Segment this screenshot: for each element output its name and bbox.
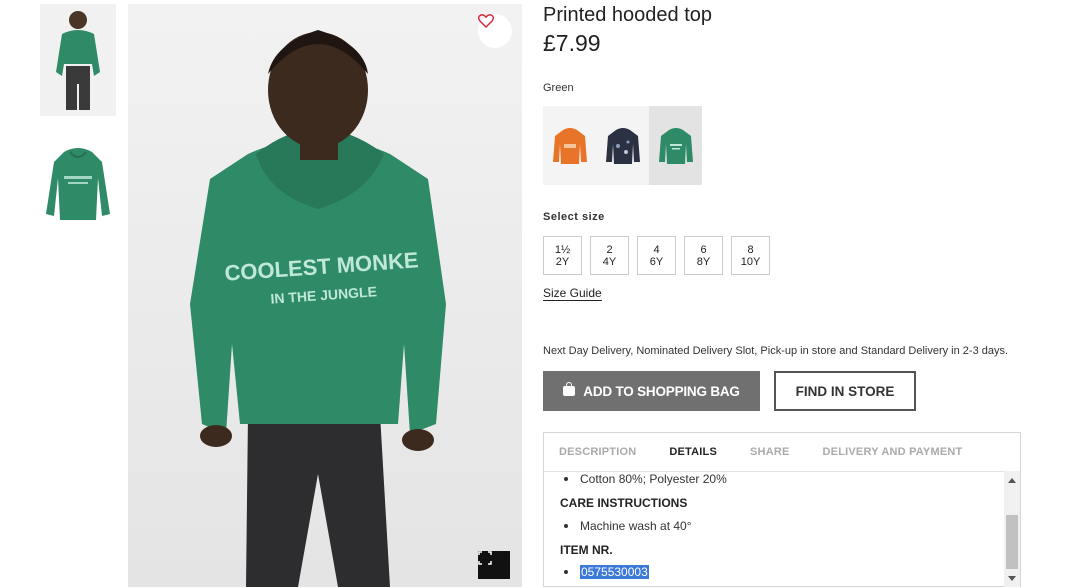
scrollbar-thumb[interactable] <box>1006 515 1018 569</box>
selected-color-label: Green <box>543 82 574 94</box>
product-details-panel: DESCRIPTION DETAILS SHARE DELIVERY AND P… <box>543 432 1021 587</box>
size-option-10y[interactable]: 8 10Y <box>731 236 770 275</box>
list-item: Machine wash at 40° <box>560 517 1004 535</box>
size-option-6y[interactable]: 4 6Y <box>637 236 676 275</box>
size-line1: 1½ <box>554 243 571 256</box>
care-instructions-heading: CARE INSTRUCTIONS <box>560 496 688 510</box>
details-scrollbar[interactable] <box>1004 471 1020 587</box>
size-line2: 6Y <box>649 255 664 268</box>
size-guide-link[interactable]: Size Guide <box>543 286 602 301</box>
item-number-heading: ITEM NR. <box>560 543 613 557</box>
product-title: Printed hooded top <box>543 4 713 26</box>
delivery-info: Next Day Delivery, Nominated Delivery Sl… <box>543 345 1009 357</box>
product-price: £7.99 <box>543 30 601 56</box>
thumbnail-hoodie[interactable] <box>40 144 116 256</box>
size-line1: 8 <box>747 243 754 256</box>
size-option-2y[interactable]: 1½ 2Y <box>543 236 582 275</box>
composition-text: Cotton 80%; Polyester 20% <box>580 472 727 486</box>
size-line1: 2 <box>606 243 613 256</box>
tab-bar: DESCRIPTION DETAILS SHARE DELIVERY AND P… <box>544 433 1020 472</box>
list-item: Cotton 80%; Polyester 20% <box>560 472 1004 488</box>
care-text: Machine wash at 40° <box>580 519 692 533</box>
size-line1: 6 <box>700 243 707 256</box>
details-content: Cotton 80%; Polyester 20% CARE INSTRUCTI… <box>544 472 1020 588</box>
add-to-bag-button[interactable]: ADD TO SHOPPING BAG <box>543 371 760 411</box>
tab-delivery-and-payment[interactable]: DELIVERY AND PAYMENT <box>808 446 981 458</box>
size-line1: 4 <box>653 243 660 256</box>
tab-share[interactable]: SHARE <box>735 446 808 458</box>
tab-details[interactable]: DETAILS <box>654 446 735 458</box>
scroll-down-arrow-icon[interactable] <box>1008 576 1016 581</box>
item-number-value: 0575530003 <box>580 565 649 579</box>
shopping-bag-icon <box>563 382 576 396</box>
size-options: 1½ 2Y 2 4Y 4 6Y 6 8Y 8 10Y <box>543 236 778 275</box>
thumbnail-list <box>40 4 116 284</box>
add-to-bag-label: ADD TO SHOPPING BAG <box>583 383 740 399</box>
list-item: 0575530003 <box>560 563 1004 581</box>
thumbnail-model[interactable] <box>40 4 116 116</box>
size-line2: 2Y <box>555 255 570 268</box>
size-line2: 10Y <box>740 255 761 268</box>
find-in-store-button[interactable]: FIND IN STORE <box>774 371 916 411</box>
scroll-up-arrow-icon[interactable] <box>1008 478 1016 483</box>
size-option-8y[interactable]: 6 8Y <box>684 236 723 275</box>
color-swatches <box>543 106 702 185</box>
wishlist-button[interactable] <box>478 14 512 48</box>
swatch-navy[interactable] <box>596 106 649 185</box>
tab-description[interactable]: DESCRIPTION <box>544 446 654 458</box>
swatch-orange[interactable] <box>543 106 596 185</box>
main-product-image[interactable]: COOLEST MONKE IN THE JUNGLE <box>128 4 522 587</box>
swatch-green[interactable] <box>649 106 702 185</box>
select-size-label: Select size <box>543 211 605 223</box>
size-line2: 4Y <box>602 255 617 268</box>
fullscreen-button[interactable] <box>478 551 510 579</box>
size-line2: 8Y <box>696 255 711 268</box>
size-option-4y[interactable]: 2 4Y <box>590 236 629 275</box>
